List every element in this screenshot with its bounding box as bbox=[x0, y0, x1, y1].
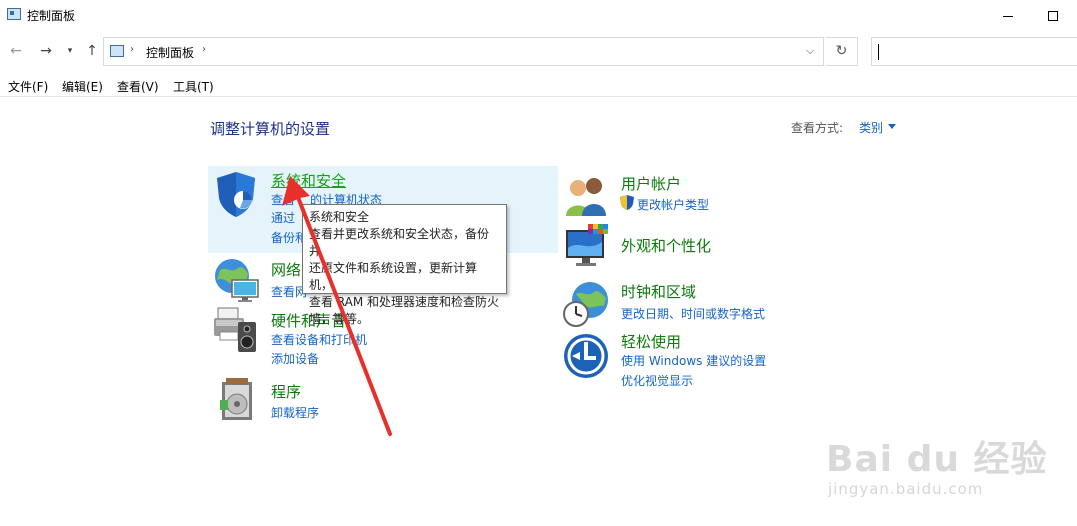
breadcrumb-separator[interactable]: › bbox=[202, 44, 206, 55]
tooltip-line: 查看并更改系统和安全状态，备份并 bbox=[309, 227, 490, 258]
category-system-security-title[interactable]: 系统和安全 bbox=[271, 170, 346, 191]
search-input[interactable] bbox=[871, 37, 1077, 66]
category-appearance-title[interactable]: 外观和个性化 bbox=[621, 235, 711, 256]
category-network-title[interactable]: 网络 bbox=[271, 259, 301, 280]
watermark-url: jingyan.baidu.com bbox=[828, 480, 984, 498]
text-caret bbox=[878, 44, 879, 60]
tooltip-line: 查看 RAM 和处理器速度和检查防火 bbox=[309, 295, 500, 309]
up-button[interactable]: ↑ bbox=[82, 41, 102, 61]
programs-icon[interactable] bbox=[212, 376, 260, 424]
menu-edit[interactable]: 编辑(E) bbox=[62, 78, 103, 95]
link-change-date-time[interactable]: 更改日期、时间或数字格式 bbox=[621, 305, 765, 322]
link-file-history-part[interactable]: 通过 bbox=[271, 209, 295, 226]
menu-tools[interactable]: 工具(T) bbox=[173, 78, 214, 95]
breadcrumb-control-panel[interactable]: 控制面板 bbox=[146, 44, 194, 61]
page-title: 调整计算机的设置 bbox=[210, 120, 331, 138]
link-change-account-type[interactable]: 更改帐户类型 bbox=[637, 196, 709, 213]
recent-locations-button[interactable]: ▾ bbox=[60, 41, 80, 61]
category-ease-title[interactable]: 轻松使用 bbox=[621, 331, 681, 352]
title-bar: 控制面板 bbox=[0, 0, 1077, 32]
clock-globe-icon[interactable] bbox=[562, 280, 610, 328]
minimize-icon bbox=[1003, 15, 1013, 17]
back-button[interactable]: ← bbox=[6, 41, 26, 61]
address-dropdown-button[interactable]: ⌵ bbox=[800, 41, 820, 61]
baidu-watermark: Bai du 经验 jingyan.baidu.com bbox=[826, 430, 1047, 510]
appearance-monitor-icon[interactable] bbox=[562, 222, 610, 270]
control-panel-icon bbox=[110, 45, 124, 57]
tooltip-line: 墙，等等。 bbox=[309, 312, 370, 326]
watermark-text: Bai du 经验 bbox=[826, 439, 1048, 480]
view-by-dropdown[interactable]: 类别 bbox=[859, 119, 883, 136]
link-check-status-part1[interactable]: 查看 bbox=[271, 191, 295, 208]
printer-speaker-icon[interactable] bbox=[212, 306, 260, 354]
menu-bar: 文件(F) 编辑(E) 查看(V) 工具(T) bbox=[0, 72, 1077, 97]
dropdown-caret-icon[interactable] bbox=[888, 124, 896, 129]
navigation-bar: ← → ▾ ↑ › 控制面板 › ⌵ ↻ bbox=[0, 32, 1077, 70]
tooltip-line: 系统和安全 bbox=[309, 210, 370, 224]
minimize-button[interactable] bbox=[985, 0, 1031, 32]
category-user-accounts-title[interactable]: 用户帐户 bbox=[621, 173, 681, 194]
breadcrumb-separator[interactable]: › bbox=[130, 44, 134, 55]
tooltip: 系统和安全 查看并更改系统和安全状态，备份并 还原文件和系统设置，更新计算机， … bbox=[302, 204, 507, 326]
refresh-button[interactable]: ↻ bbox=[826, 37, 858, 66]
link-optimize-display[interactable]: 优化视觉显示 bbox=[621, 372, 693, 389]
link-uninstall-program[interactable]: 卸载程序 bbox=[271, 404, 319, 421]
link-devices-printers[interactable]: 查看设备和打印机 bbox=[271, 331, 367, 348]
link-add-device[interactable]: 添加设备 bbox=[271, 350, 319, 367]
view-by-label: 查看方式: bbox=[791, 121, 844, 135]
link-recommended-settings[interactable]: 使用 Windows 建议的设置 bbox=[621, 352, 766, 369]
maximize-button[interactable] bbox=[1030, 0, 1076, 32]
window-title: 控制面板 bbox=[27, 9, 76, 23]
tooltip-line: 还原文件和系统设置，更新计算机， bbox=[309, 261, 478, 292]
ease-of-access-icon[interactable] bbox=[562, 332, 610, 380]
category-clock-title[interactable]: 时钟和区域 bbox=[621, 281, 696, 302]
control-panel-icon bbox=[7, 8, 21, 20]
uac-shield-icon bbox=[620, 195, 634, 210]
menu-view[interactable]: 查看(V) bbox=[117, 78, 159, 95]
category-programs-title[interactable]: 程序 bbox=[271, 381, 301, 402]
shield-icon[interactable] bbox=[212, 170, 260, 218]
user-accounts-icon[interactable] bbox=[562, 172, 610, 220]
network-globe-icon[interactable] bbox=[212, 256, 260, 304]
address-bar[interactable]: › 控制面板 › ⌵ bbox=[103, 37, 824, 66]
menu-file[interactable]: 文件(F) bbox=[8, 78, 48, 95]
maximize-icon bbox=[1048, 11, 1058, 21]
forward-button[interactable]: → bbox=[36, 41, 56, 61]
